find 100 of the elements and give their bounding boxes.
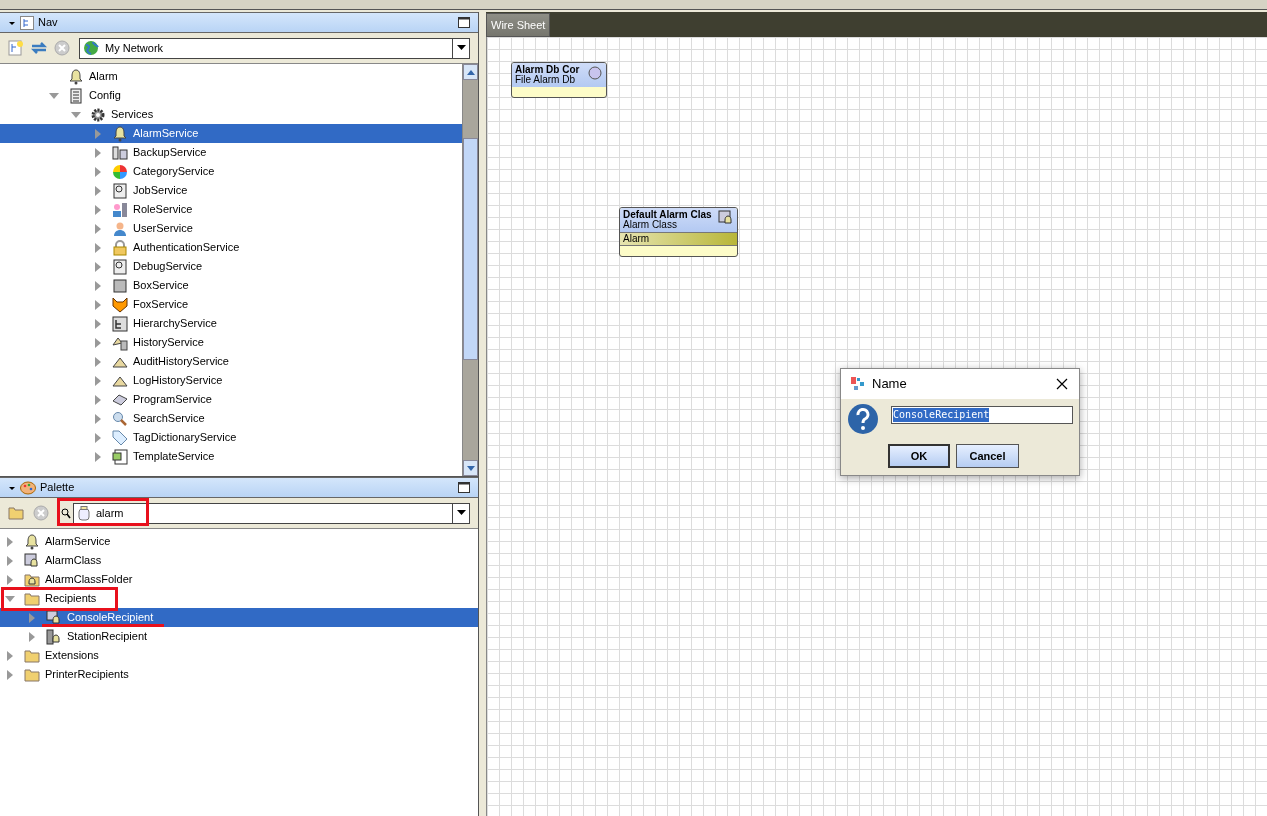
name-input[interactable]: ConsoleRecipient (891, 406, 1073, 424)
tree-row[interactable]: HierarchyService (0, 314, 462, 333)
tree-row[interactable]: StationRecipient (0, 627, 478, 646)
tree-row[interactable]: BackupService (0, 143, 462, 162)
dialog-button[interactable]: Cancel (956, 444, 1019, 468)
app-icon (851, 377, 865, 391)
box-icon (112, 277, 128, 294)
refresh-icon[interactable] (30, 40, 48, 56)
scrollbar[interactable] (462, 64, 478, 476)
tree-row[interactable]: LogHistoryService (0, 371, 462, 390)
location-dropdown[interactable]: alarm (73, 502, 470, 524)
alarmclass-icon (718, 210, 734, 226)
node-title: Alarm Db Cor (515, 65, 581, 75)
palette-icon (20, 480, 36, 495)
tree-row[interactable]: TagDictionaryService (0, 428, 462, 447)
dropdown-arrow-icon[interactable] (456, 45, 466, 51)
bell-icon (68, 68, 84, 85)
hierarchy-icon (112, 315, 128, 332)
folder-icon (24, 647, 40, 664)
panel-title: Palette (40, 480, 75, 496)
tree-row[interactable]: Alarm (0, 67, 462, 86)
tree-row[interactable]: Recipients (0, 589, 478, 608)
tree-row[interactable]: Config (0, 86, 462, 105)
tree-row[interactable]: BoxService (0, 276, 462, 295)
stop-icon[interactable] (54, 40, 70, 56)
tree-row[interactable]: AuthenticationService (0, 238, 462, 257)
tree-row[interactable]: UserService (0, 219, 462, 238)
wire-sheet-canvas[interactable]: Alarm Db Cor File Alarm Db Default Alarm Clas Alarm Class Alarm Name ConsoleRecipient OK Cancel (486, 37, 1267, 816)
tree-row[interactable]: AlarmClassFolder (0, 570, 478, 589)
tree-label: AuthenticationService (133, 240, 240, 256)
tree-label: AlarmService (133, 126, 199, 142)
user-icon (112, 220, 128, 237)
tree-row[interactable]: FoxService (0, 295, 462, 314)
tree-label: Services (111, 107, 154, 123)
close-icon[interactable] (1056, 378, 1068, 390)
tree-label: BackupService (133, 145, 207, 161)
tag-icon (112, 429, 128, 446)
tab-label: Wire Sheet (491, 17, 546, 33)
tree-row[interactable]: Services (0, 105, 462, 124)
tree-icon (20, 15, 34, 30)
tree-row[interactable]: TemplateService (0, 447, 462, 466)
tree-row[interactable]: ConsoleRecipient (0, 608, 478, 627)
scroll-icon (112, 258, 128, 275)
tree-label: AlarmClass (45, 553, 102, 569)
stop-icon[interactable] (33, 505, 49, 521)
tree-row[interactable]: JobService (0, 181, 462, 200)
maximize-icon[interactable] (458, 17, 470, 28)
role-icon (112, 201, 128, 218)
tree-row[interactable]: AlarmClass (0, 551, 478, 570)
tree-label: JobService (133, 183, 188, 199)
tree-label: SearchService (133, 411, 205, 427)
tree-label: ConsoleRecipient (67, 610, 154, 626)
scroll-down-icon[interactable] (466, 465, 475, 471)
tree-row[interactable]: SearchService (0, 409, 462, 428)
node-title: Default Alarm Clas (623, 210, 713, 220)
dropdown-arrow-icon[interactable] (456, 510, 466, 516)
gear-icon (90, 106, 106, 123)
tree-row[interactable]: HistoryService (0, 333, 462, 352)
circle-icon (587, 65, 603, 81)
globe-icon (83, 40, 99, 56)
wire-sheet-tab[interactable]: Wire Sheet (486, 13, 551, 37)
fox-icon (112, 296, 128, 313)
tree-label: TagDictionaryService (133, 430, 237, 446)
new-tree-icon[interactable] (8, 40, 24, 56)
station-icon (46, 628, 62, 645)
tree-row[interactable]: DebugService (0, 257, 462, 276)
tree-row[interactable]: CategoryService (0, 162, 462, 181)
tree-row[interactable]: AlarmService (0, 124, 462, 143)
scrollbar-thumb[interactable] (463, 138, 478, 360)
tree-row[interactable]: PrinterRecipients (0, 665, 478, 684)
tree-label: StationRecipient (67, 629, 148, 645)
tree-row[interactable]: Extensions (0, 646, 478, 665)
scroll-icon (112, 182, 128, 199)
pie-icon (112, 163, 128, 180)
tree-label: AuditHistoryService (133, 354, 229, 370)
scroll-up-icon[interactable] (466, 69, 475, 75)
tree-row[interactable]: AlarmService (0, 532, 478, 551)
dropdown-value: My Network (105, 40, 164, 56)
tree-label: FoxService (133, 297, 189, 313)
search-icon (112, 410, 128, 427)
location-dropdown[interactable]: My Network (79, 37, 470, 59)
dialog-button[interactable]: OK (888, 444, 950, 468)
backup-icon (112, 144, 128, 161)
component-node[interactable]: Default Alarm Clas Alarm Class Alarm (619, 207, 738, 257)
tree-row[interactable]: RoleService (0, 200, 462, 219)
tree-label: BoxService (133, 278, 189, 294)
search-icon[interactable] (61, 505, 71, 521)
template-icon (112, 448, 128, 465)
tree-row[interactable]: AuditHistoryService (0, 352, 462, 371)
tree-label: HistoryService (133, 335, 204, 351)
maximize-icon[interactable] (458, 482, 470, 493)
component-node[interactable]: Alarm Db Cor File Alarm Db (511, 62, 607, 98)
folderbell-icon (24, 571, 40, 588)
folder-icon[interactable] (8, 506, 25, 520)
tree-label: TemplateService (133, 449, 215, 465)
tree-label: Recipients (45, 591, 97, 607)
panel-title: Nav (38, 15, 58, 31)
dialog-title: Name (872, 375, 907, 394)
tree-row[interactable]: ProgramService (0, 390, 462, 409)
bell-icon (112, 125, 128, 142)
